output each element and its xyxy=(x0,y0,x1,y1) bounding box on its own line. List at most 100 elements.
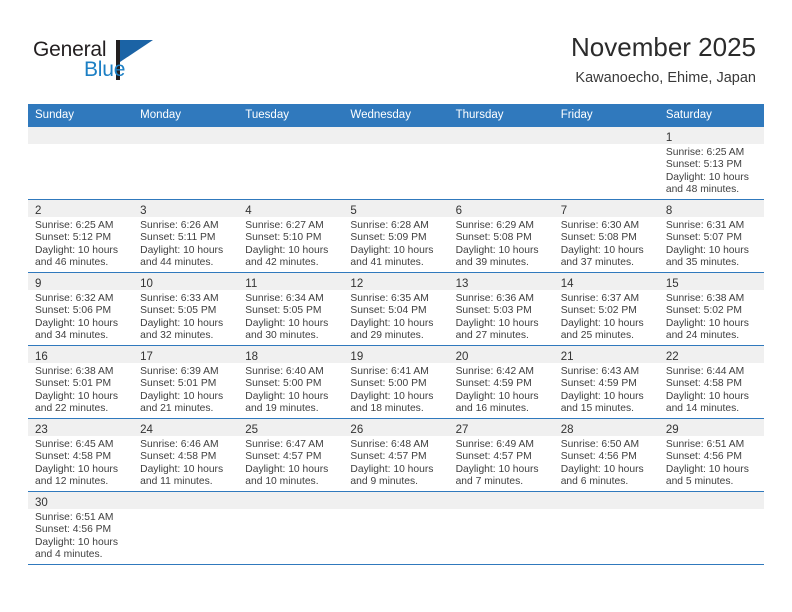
calendar-day-cell[interactable]: 23 Sunrise: 6:45 AM Sunset: 4:58 PM Dayligh… xyxy=(28,418,134,492)
calendar-day-cell[interactable]: 22 Sunrise: 6:44 AM Sunset: 4:58 PM Dayligh… xyxy=(658,345,764,419)
day-cell-details: Sunrise: 6:31 AM Sunset: 5:07 PM Daylight:… xyxy=(659,217,764,270)
calendar-day-cell[interactable]: 20 Sunrise: 6:42 AM Sunset: 4:59 PM Dayligh… xyxy=(448,345,554,419)
calendar-day-cell[interactable]: 9 Sunrise: 6:32 AM Sunset: 5:06 PM Daylight… xyxy=(28,272,134,346)
calendar-day-cell[interactable]: 25 Sunrise: 6:47 AM Sunset: 4:57 PM Dayligh… xyxy=(238,418,344,492)
sunrise-text: Sunrise: 6:51 AM xyxy=(665,439,745,450)
daylight-text-line2: and 14 minutes. xyxy=(665,403,740,415)
calendar-cell-empty xyxy=(343,491,449,565)
sunset-text: Sunset: 4:57 PM xyxy=(455,451,532,463)
calendar-day-cell[interactable]: 11 Sunrise: 6:34 AM Sunset: 5:05 PM Dayligh… xyxy=(238,272,344,346)
day-number-strip xyxy=(133,492,239,509)
daylight-text-line1: Daylight: 10 hours xyxy=(560,390,644,402)
day-cell-details: Sunrise: 6:48 AM Sunset: 4:57 PM Daylight:… xyxy=(343,436,448,489)
sunset-text: Sunset: 4:56 PM xyxy=(560,451,637,463)
calendar-header-row: Sunday Monday Tuesday Wednesday Thursday… xyxy=(28,104,764,127)
day-number: 13 xyxy=(455,278,469,290)
calendar-cell-empty xyxy=(553,491,659,565)
page-title: November 2025 xyxy=(571,32,756,62)
day-number: 21 xyxy=(560,351,574,363)
sunset-text: Sunset: 5:02 PM xyxy=(560,305,637,317)
weekday-header-monday: Monday xyxy=(133,104,239,127)
calendar-day-cell[interactable]: 5 Sunrise: 6:28 AM Sunset: 5:09 PM Daylight… xyxy=(343,199,449,273)
daylight-text-line1: Daylight: 10 hours xyxy=(665,171,749,183)
day-number-strip: 7 xyxy=(553,200,659,217)
calendar-week-row: 23 Sunrise: 6:45 AM Sunset: 4:58 PM Dayligh… xyxy=(28,418,764,492)
calendar-day-cell[interactable]: 18 Sunrise: 6:40 AM Sunset: 5:00 PM Dayligh… xyxy=(238,345,344,419)
day-number-strip: 22 xyxy=(658,346,764,363)
calendar-grid-wrapper: Sunday Monday Tuesday Wednesday Thursday… xyxy=(28,104,764,565)
calendar-cell-empty xyxy=(238,126,344,200)
day-number: 27 xyxy=(455,424,469,436)
day-cell-details: Sunrise: 6:49 AM Sunset: 4:57 PM Daylight:… xyxy=(449,436,554,489)
sunrise-text: Sunrise: 6:49 AM xyxy=(455,439,534,450)
calendar-day-cell[interactable]: 6 Sunrise: 6:29 AM Sunset: 5:08 PM Daylight… xyxy=(448,199,554,273)
sunrise-text: Sunrise: 6:42 AM xyxy=(455,366,534,377)
calendar-day-cell[interactable]: 14 Sunrise: 6:37 AM Sunset: 5:02 PM Dayligh… xyxy=(553,272,659,346)
day-cell-details: Sunrise: 6:26 AM Sunset: 5:11 PM Daylight:… xyxy=(133,217,238,270)
sunrise-text: Sunrise: 6:25 AM xyxy=(665,147,745,158)
calendar-day-cell[interactable]: 7 Sunrise: 6:30 AM Sunset: 5:08 PM Daylight… xyxy=(553,199,659,273)
day-cell-details: Sunrise: 6:30 AM Sunset: 5:08 PM Daylight:… xyxy=(554,217,659,270)
calendar-cell-empty xyxy=(448,491,554,565)
day-number: 24 xyxy=(140,424,153,436)
calendar-day-cell[interactable]: 13 Sunrise: 6:36 AM Sunset: 5:03 PM Dayligh… xyxy=(448,272,554,346)
day-number-strip: 14 xyxy=(553,273,659,290)
daylight-text-line2: and 39 minutes. xyxy=(455,257,529,269)
daylight-text-line2: and 25 minutes. xyxy=(560,330,634,342)
day-number-strip: 12 xyxy=(343,273,449,290)
sunset-text: Sunset: 5:07 PM xyxy=(665,232,742,244)
calendar-day-cell[interactable]: 21 Sunrise: 6:43 AM Sunset: 4:59 PM Dayligh… xyxy=(553,345,659,419)
daylight-text-line1: Daylight: 10 hours xyxy=(35,317,118,329)
calendar-day-cell[interactable]: 27 Sunrise: 6:49 AM Sunset: 4:57 PM Dayligh… xyxy=(448,418,554,492)
calendar-cell-empty xyxy=(343,126,449,200)
daylight-text-line2: and 22 minutes. xyxy=(35,403,109,415)
daylight-text-line2: and 16 minutes. xyxy=(455,403,529,415)
daylight-text-line1: Daylight: 10 hours xyxy=(140,390,224,402)
sunrise-text: Sunrise: 6:29 AM xyxy=(455,220,534,231)
calendar-day-cell[interactable]: 4 Sunrise: 6:27 AM Sunset: 5:10 PM Daylight… xyxy=(238,199,344,273)
day-number-strip xyxy=(238,127,344,144)
calendar-day-cell[interactable]: 19 Sunrise: 6:41 AM Sunset: 5:00 PM Dayligh… xyxy=(343,345,449,419)
daylight-text-line1: Daylight: 10 hours xyxy=(665,244,749,256)
day-number-strip: 16 xyxy=(28,346,134,363)
calendar-day-cell[interactable]: 12 Sunrise: 6:35 AM Sunset: 5:04 PM Dayligh… xyxy=(343,272,449,346)
daylight-text-line1: Daylight: 10 hours xyxy=(245,463,329,475)
calendar-day-cell[interactable]: 17 Sunrise: 6:39 AM Sunset: 5:01 PM Dayligh… xyxy=(133,345,239,419)
calendar-day-cell[interactable]: 2 Sunrise: 6:25 AM Sunset: 5:12 PM Daylight… xyxy=(28,199,134,273)
day-number-strip xyxy=(343,492,449,509)
day-number: 23 xyxy=(35,424,48,436)
day-cell-details: Sunrise: 6:37 AM Sunset: 5:02 PM Daylight:… xyxy=(554,290,659,343)
calendar-day-cell[interactable]: 10 Sunrise: 6:33 AM Sunset: 5:05 PM Dayligh… xyxy=(133,272,239,346)
title-block: November 2025 Kawanoecho, Ehime, Japan xyxy=(571,32,756,88)
daylight-text-line2: and 29 minutes. xyxy=(350,330,424,342)
calendar-day-cell[interactable]: 30 Sunrise: 6:51 AM Sunset: 4:56 PM Dayligh… xyxy=(28,491,134,565)
daylight-text-line1: Daylight: 10 hours xyxy=(140,244,224,256)
calendar-day-cell[interactable]: 3 Sunrise: 6:26 AM Sunset: 5:11 PM Daylight… xyxy=(133,199,239,273)
general-blue-logo[interactable]: General Blue xyxy=(33,38,213,90)
day-number-strip: 20 xyxy=(448,346,554,363)
calendar-day-cell[interactable]: 16 Sunrise: 6:38 AM Sunset: 5:01 PM Dayligh… xyxy=(28,345,134,419)
calendar-day-cell[interactable]: 28 Sunrise: 6:50 AM Sunset: 4:56 PM Dayligh… xyxy=(553,418,659,492)
sunset-text: Sunset: 5:12 PM xyxy=(35,232,112,244)
day-number-strip xyxy=(658,492,764,509)
daylight-text-line1: Daylight: 10 hours xyxy=(455,244,539,256)
day-number-strip: 4 xyxy=(238,200,344,217)
calendar-cell-empty xyxy=(658,491,764,565)
day-number: 12 xyxy=(350,278,364,290)
calendar-day-cell[interactable]: 26 Sunrise: 6:48 AM Sunset: 4:57 PM Dayligh… xyxy=(343,418,449,492)
calendar-day-cell[interactable]: 29 Sunrise: 6:51 AM Sunset: 4:56 PM Dayligh… xyxy=(658,418,764,492)
daylight-text-line1: Daylight: 10 hours xyxy=(665,390,749,402)
sunrise-text: Sunrise: 6:51 AM xyxy=(35,512,114,523)
daylight-text-line1: Daylight: 10 hours xyxy=(35,463,118,475)
sunrise-text: Sunrise: 6:30 AM xyxy=(560,220,640,231)
calendar-day-cell[interactable]: 15 Sunrise: 6:38 AM Sunset: 5:02 PM Dayligh… xyxy=(658,272,764,346)
daylight-text-line1: Daylight: 10 hours xyxy=(560,463,644,475)
day-cell-details: Sunrise: 6:33 AM Sunset: 5:05 PM Daylight:… xyxy=(133,290,238,343)
calendar-page: General Blue November 2025 Kawanoecho, E… xyxy=(0,0,792,612)
calendar-day-cell[interactable]: 1 Sunrise: 6:25 AM Sunset: 5:13 PM Daylight… xyxy=(658,126,764,200)
daylight-text-line2: and 34 minutes. xyxy=(35,330,109,342)
day-cell-details: Sunrise: 6:40 AM Sunset: 5:00 PM Daylight:… xyxy=(238,363,343,416)
calendar-day-cell[interactable]: 8 Sunrise: 6:31 AM Sunset: 5:07 PM Daylight… xyxy=(658,199,764,273)
daylight-text-line2: and 5 minutes. xyxy=(665,476,734,488)
calendar-day-cell[interactable]: 24 Sunrise: 6:46 AM Sunset: 4:58 PM Dayligh… xyxy=(133,418,239,492)
